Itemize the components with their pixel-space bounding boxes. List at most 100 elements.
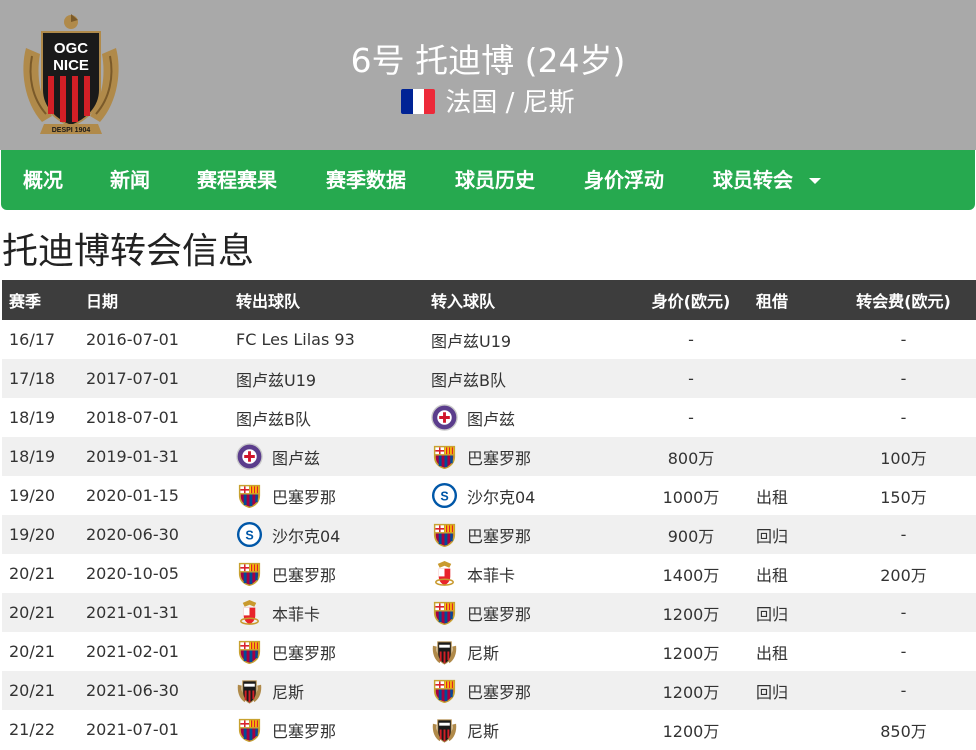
transfer-fee-cell: - xyxy=(900,330,907,349)
from-team[interactable]: FC Les Lilas 93 xyxy=(236,320,431,359)
schalke-crest-icon: S xyxy=(236,521,263,548)
nav-season-stats[interactable]: 赛季数据 xyxy=(326,150,406,210)
from-team[interactable]: S 沙尔克04 xyxy=(236,515,431,554)
from-team-name[interactable]: 巴塞罗那 xyxy=(272,562,336,586)
to-team-name[interactable]: 图卢兹U19 xyxy=(431,328,511,352)
to-team-name[interactable]: 巴塞罗那 xyxy=(467,445,531,469)
to-team-name[interactable]: 巴塞罗那 xyxy=(467,679,531,703)
logo-motto: DESPI 1904 xyxy=(52,127,91,134)
to-team[interactable]: 本菲卡 xyxy=(431,554,626,593)
loan-cell xyxy=(756,320,831,359)
to-team-name[interactable]: 本菲卡 xyxy=(467,562,515,586)
date-cell: 2021-07-01 xyxy=(86,720,179,739)
from-team[interactable]: 图卢兹U19 xyxy=(236,359,431,398)
player-header: OGC NICE DESPI 1904 6号 托迪博 (24岁) 法国 / 尼斯 xyxy=(0,0,976,150)
date-cell: 2020-01-15 xyxy=(86,486,179,505)
to-team-name[interactable]: 图卢兹 xyxy=(467,406,515,430)
loan-cell xyxy=(756,398,831,437)
to-cell: 巴塞罗那 xyxy=(431,515,626,554)
table-row: 20/21 2021-06-30 尼斯 巴塞罗那 1200万 回归 - xyxy=(2,671,976,710)
to-team-name[interactable]: 尼斯 xyxy=(467,640,499,664)
season-cell: 18/19 xyxy=(9,408,56,427)
to-team-name[interactable]: 图卢兹B队 xyxy=(431,367,506,391)
to-team-name[interactable]: 巴塞罗那 xyxy=(467,523,531,547)
transfer-fee-cell: - xyxy=(900,603,907,622)
loan-cell xyxy=(756,437,831,476)
nav-overview[interactable]: 概况 xyxy=(23,150,63,210)
from-team-name[interactable]: 图卢兹U19 xyxy=(236,367,316,391)
from-team-name[interactable]: 本菲卡 xyxy=(272,601,320,625)
nav-player-history[interactable]: 球员历史 xyxy=(455,150,535,210)
player-country-line: 法国 / 尼斯 xyxy=(0,82,976,119)
to-team[interactable]: 巴塞罗那 xyxy=(431,671,626,710)
to-team[interactable]: 巴塞罗那 xyxy=(431,515,626,554)
from-team-name[interactable]: 图卢兹B队 xyxy=(236,406,311,430)
from-team[interactable]: 巴塞罗那 xyxy=(236,554,431,593)
transfer-fee-cell: 200万 xyxy=(880,565,927,585)
from-team[interactable]: 巴塞罗那 xyxy=(236,476,431,515)
season-cell: 20/21 xyxy=(9,642,56,661)
date-cell: 2021-02-01 xyxy=(86,642,179,661)
nice-crest-icon xyxy=(237,680,262,704)
to-team[interactable]: S 沙尔克04 xyxy=(431,476,626,515)
nav-market-value[interactable]: 身价浮动 xyxy=(584,150,664,210)
loan-cell: 回归 xyxy=(756,682,789,702)
date-cell: 2016-07-01 xyxy=(86,330,179,349)
from-team-name[interactable]: 巴塞罗那 xyxy=(272,718,336,742)
from-team-name[interactable]: 巴塞罗那 xyxy=(272,484,336,508)
chevron-down-icon[interactable] xyxy=(809,178,821,184)
table-row: 16/17 2016-07-01 FC Les Lilas 93 图卢兹U19 - - xyxy=(2,320,976,359)
barcelona-crest-icon xyxy=(433,679,456,704)
season-cell: 19/20 xyxy=(9,486,56,505)
from-team[interactable]: 图卢兹B队 xyxy=(236,398,431,437)
to-team-name[interactable]: 尼斯 xyxy=(467,718,499,742)
from-team-name[interactable]: 巴塞罗那 xyxy=(272,640,336,664)
from-team[interactable]: 巴塞罗那 xyxy=(236,632,431,671)
from-team[interactable]: 尼斯 xyxy=(236,671,431,710)
barcelona-crest-icon xyxy=(238,640,261,665)
transfer-fee-cell: 150万 xyxy=(880,487,927,507)
from-team-name[interactable]: 图卢兹 xyxy=(272,445,320,469)
from-team[interactable]: 图卢兹 xyxy=(236,437,431,476)
to-team[interactable]: 尼斯 xyxy=(431,632,626,671)
to-team[interactable]: 巴塞罗那 xyxy=(431,593,626,632)
from-team[interactable]: 本菲卡 xyxy=(236,593,431,632)
from-team-name[interactable]: 尼斯 xyxy=(272,679,304,703)
loan-cell: 出租 xyxy=(756,565,789,585)
date-cell: 2021-06-30 xyxy=(86,681,179,700)
market-value-cell: 1200万 xyxy=(662,721,720,741)
loan-cell: 出租 xyxy=(756,643,789,663)
column-header-market-value: 身价(欧元) xyxy=(651,292,731,311)
to-team-name[interactable]: 沙尔克04 xyxy=(467,484,535,508)
to-team-name[interactable]: 巴塞罗那 xyxy=(467,601,531,625)
to-team[interactable]: 尼斯 xyxy=(431,710,626,749)
market-value-cell: - xyxy=(688,369,694,388)
market-value-cell: 1200万 xyxy=(662,604,720,624)
loan-cell xyxy=(756,710,831,749)
page-title: 托迪博转会信息 xyxy=(2,231,255,272)
to-team[interactable]: 图卢兹B队 xyxy=(431,359,626,398)
date-cell: 2020-10-05 xyxy=(86,564,179,583)
transfer-fee-cell: - xyxy=(900,525,907,544)
from-cell: S 沙尔克04 xyxy=(236,515,431,554)
toulouse-crest-icon xyxy=(236,443,263,470)
to-team[interactable]: 图卢兹 xyxy=(431,398,626,437)
table-row: 20/21 2020-10-05 巴塞罗那 本菲卡 1400万 出租 200万 xyxy=(2,554,976,593)
nav-fixtures-results[interactable]: 赛程赛果 xyxy=(197,150,277,210)
season-cell: 20/21 xyxy=(9,681,56,700)
from-cell: 巴塞罗那 xyxy=(236,476,431,515)
nav-transfers[interactable]: 球员转会 xyxy=(713,150,821,210)
loan-cell: 出租 xyxy=(756,487,789,507)
to-cell: 巴塞罗那 xyxy=(431,671,626,710)
transfer-fee-cell: - xyxy=(900,369,907,388)
to-cell: 本菲卡 xyxy=(431,554,626,593)
to-team[interactable]: 巴塞罗那 xyxy=(431,437,626,476)
from-team[interactable]: 巴塞罗那 xyxy=(236,710,431,749)
from-team-name[interactable]: 沙尔克04 xyxy=(272,523,340,547)
season-cell: 17/18 xyxy=(9,369,56,388)
nav-news[interactable]: 新闻 xyxy=(110,150,150,210)
nav-transfers-label: 球员转会 xyxy=(713,168,793,192)
from-team-name[interactable]: FC Les Lilas 93 xyxy=(236,330,355,349)
market-value-cell: - xyxy=(688,408,694,427)
to-team[interactable]: 图卢兹U19 xyxy=(431,320,626,359)
